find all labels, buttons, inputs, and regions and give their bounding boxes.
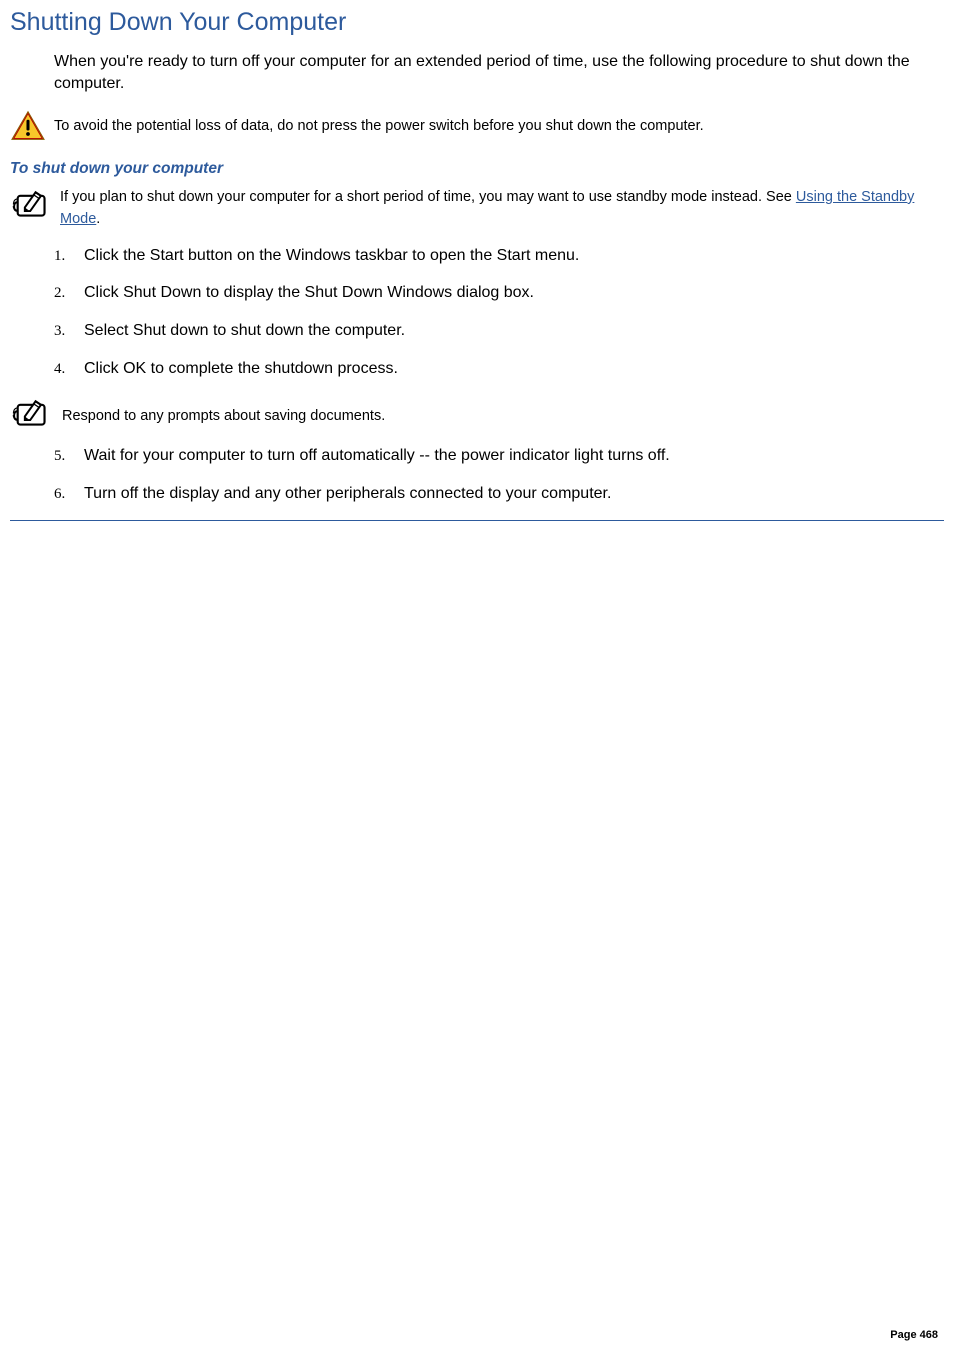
step-number: 1. [54,246,65,266]
note-save-prompts: Respond to any prompts about saving docu… [10,395,944,429]
step-item: 4. Click OK to complete the shutdown proc… [54,358,944,380]
step-number: 2. [54,283,65,303]
pencil-note-icon [10,395,54,429]
note-standby: If you plan to shut down your computer f… [10,186,944,231]
section-divider [10,520,944,521]
step-item: 5. Wait for your computer to turn off aut… [54,445,944,467]
note-save-text: Respond to any prompts about saving docu… [62,406,385,429]
step-text: Click the Start button on the Windows ta… [84,247,579,264]
step-text: Wait for your computer to turn off autom… [84,447,670,464]
step-item: 6. Turn off the display and any other per… [54,483,944,505]
step-number: 3. [54,321,65,341]
step-item: 1. Click the Start button on the Windows … [54,245,944,267]
note-standby-text-before: If you plan to shut down your computer f… [60,189,796,205]
step-text: Turn off the display and any other perip… [84,485,611,502]
step-number: 6. [54,484,65,504]
step-text: Click OK to complete the shutdown proces… [84,360,398,377]
step-text: Click Shut Down to display the Shut Down… [84,284,534,301]
warning-icon [10,110,46,142]
step-number: 4. [54,359,65,379]
page-number: Page 468 [890,1329,938,1341]
intro-paragraph: When you're ready to turn off your compu… [54,51,944,96]
step-text: Select Shut down to shut down the comput… [84,322,405,339]
procedure-heading: To shut down your computer [10,160,944,178]
step-item: 2. Click Shut Down to display the Shut Do… [54,282,944,304]
steps-list-b: 5. Wait for your computer to turn off aut… [54,445,944,504]
warning-text: To avoid the potential loss of data, do … [54,116,704,136]
warning-note: To avoid the potential loss of data, do … [10,110,944,142]
step-number: 5. [54,446,65,466]
page-title: Shutting Down Your Computer [10,8,944,37]
note-standby-text-after: . [96,211,100,227]
step-item: 3. Select Shut down to shut down the comp… [54,320,944,342]
pencil-note-icon [10,186,54,220]
steps-list-a: 1. Click the Start button on the Windows … [54,245,944,379]
